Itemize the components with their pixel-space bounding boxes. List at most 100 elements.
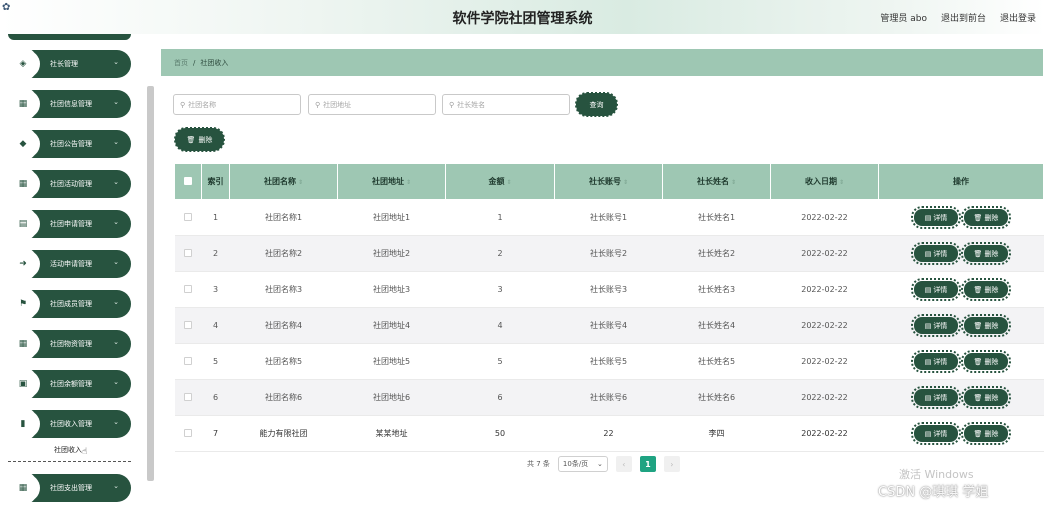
- column-header[interactable]: 社团地址 ⇕: [337, 163, 446, 200]
- row-select-cell[interactable]: [174, 343, 202, 380]
- row-select-cell[interactable]: [174, 415, 202, 452]
- sidebar-item[interactable]: ▮ 社团收入管理 ⌄: [8, 410, 131, 438]
- row-select-cell[interactable]: [174, 271, 202, 308]
- logout-link[interactable]: 退出登录: [1000, 11, 1036, 24]
- page-size-select[interactable]: 10条/页 ⌄: [557, 456, 608, 472]
- row-checkbox[interactable]: [184, 392, 192, 401]
- club-name-input[interactable]: [188, 100, 285, 109]
- detail-button-face[interactable]: ▤ 详情: [911, 350, 961, 373]
- delete-button-face[interactable]: 🗑 删除: [961, 422, 1011, 445]
- exit-to-front-link[interactable]: 退出到前台: [941, 11, 986, 24]
- trash-icon: 🗑: [973, 429, 983, 438]
- table-row[interactable]: 7 能力有限社团 某某地址 50 22 李四 2022-02-22 ▤ 详情 🗑 删除: [174, 415, 1044, 452]
- sidebar-item[interactable]: ▦ 社团支出管理 ⌄: [8, 474, 131, 502]
- detail-button-face[interactable]: ▤ 详情: [911, 422, 961, 445]
- detail-button-face[interactable]: ▤ 详情: [911, 242, 961, 265]
- row-checkbox[interactable]: [184, 248, 192, 257]
- sidebar-item-partial[interactable]: [8, 34, 131, 40]
- delete-button-face[interactable]: 🗑 删除: [961, 350, 1011, 373]
- row-select-cell[interactable]: [174, 199, 202, 236]
- row-checkbox[interactable]: [184, 284, 192, 293]
- sort-icon[interactable]: ⇕: [406, 179, 411, 186]
- batch-delete-button[interactable]: 🗑 删除: [174, 127, 225, 152]
- delete-label: 删除: [984, 285, 999, 294]
- delete-button[interactable]: 🗑 删除: [961, 206, 1011, 229]
- sort-icon[interactable]: ⇕: [731, 179, 736, 186]
- detail-button[interactable]: ▤ 详情: [911, 206, 961, 229]
- leader-name-search-field[interactable]: ⚲: [442, 94, 570, 115]
- table-row[interactable]: 6 社团名称6 社团地址6 6 社长账号6 社长姓名6 2022-02-22 ▤ 详情 🗑 删除: [174, 379, 1044, 416]
- select-all-checkbox[interactable]: [184, 176, 192, 185]
- prev-page-button[interactable]: ‹: [615, 456, 632, 472]
- club-address-search-field[interactable]: ⚲: [308, 94, 436, 115]
- sidebar-item[interactable]: ◈ 社长管理 ⌄: [8, 50, 131, 78]
- detail-button[interactable]: ▤ 详情: [911, 422, 961, 445]
- table-cell: 李四: [662, 415, 771, 452]
- row-select-cell[interactable]: [174, 379, 202, 416]
- delete-button-face[interactable]: 🗑 删除: [961, 206, 1011, 229]
- detail-button-face[interactable]: ▤ 详情: [911, 278, 961, 301]
- detail-button[interactable]: ▤ 详情: [911, 314, 961, 337]
- sidebar-item[interactable]: ▣ 社团余额管理 ⌄: [8, 370, 131, 398]
- page-1-button[interactable]: 1: [639, 456, 656, 472]
- row-checkbox[interactable]: [184, 320, 192, 329]
- sort-icon[interactable]: ⇕: [298, 179, 303, 186]
- column-header[interactable]: 社长姓名 ⇕: [662, 163, 771, 200]
- table-row[interactable]: 5 社团名称5 社团地址5 5 社长账号5 社长姓名5 2022-02-22 ▤ 详情 🗑 删除: [174, 343, 1044, 380]
- sidebar-item[interactable]: ⚑ 社团成员管理 ⌄: [8, 290, 131, 318]
- detail-button-face[interactable]: ▤ 详情: [911, 386, 961, 409]
- column-header[interactable]: 社团名称 ⇕: [229, 163, 338, 200]
- leader-name-input[interactable]: [457, 100, 554, 109]
- sidebar-scrollbar[interactable]: [147, 86, 154, 481]
- table-row[interactable]: 2 社团名称2 社团地址2 2 社长账号2 社长姓名2 2022-02-22 ▤ 详情 🗑 删除: [174, 235, 1044, 272]
- row-select-cell[interactable]: [174, 235, 202, 272]
- table-row[interactable]: 4 社团名称4 社团地址4 4 社长账号4 社长姓名4 2022-02-22 ▤ 详情 🗑 删除: [174, 307, 1044, 344]
- club-address-input[interactable]: [323, 100, 420, 109]
- row-select-cell[interactable]: [174, 307, 202, 344]
- table-cell: 5: [445, 343, 555, 380]
- detail-button-face[interactable]: ▤ 详情: [911, 314, 961, 337]
- delete-button-face[interactable]: 🗑 删除: [961, 242, 1011, 265]
- row-checkbox[interactable]: [184, 356, 192, 365]
- sidebar-item[interactable]: ▦ 社团物资管理 ⌄: [8, 330, 131, 358]
- delete-button[interactable]: 🗑 删除: [961, 386, 1011, 409]
- submenu-item-club-income[interactable]: 社团收入 ☝: [8, 438, 131, 462]
- breadcrumb-home[interactable]: 首页: [174, 58, 188, 68]
- table-cell: 2022-02-22: [770, 307, 879, 344]
- delete-button[interactable]: 🗑 删除: [961, 350, 1011, 373]
- table-row[interactable]: 1 社团名称1 社团地址1 1 社长账号1 社长姓名1 2022-02-22 ▤ 详情 🗑 删除: [174, 199, 1044, 236]
- windows-activation-watermark: 激活 Windows: [899, 468, 974, 481]
- chevron-down-icon: ⌄: [113, 98, 119, 106]
- sort-icon[interactable]: ⇕: [623, 179, 628, 186]
- delete-button[interactable]: 🗑 删除: [961, 314, 1011, 337]
- detail-button[interactable]: ▤ 详情: [911, 386, 961, 409]
- column-header[interactable]: 社长账号 ⇕: [554, 163, 663, 200]
- sort-icon[interactable]: ⇕: [506, 179, 511, 186]
- select-all-header[interactable]: [174, 163, 202, 200]
- column-header[interactable]: 金额 ⇕: [445, 163, 555, 200]
- sidebar-item[interactable]: ◆ 社团公告管理 ⌄: [8, 130, 131, 158]
- detail-button[interactable]: ▤ 详情: [911, 350, 961, 373]
- delete-button[interactable]: 🗑 删除: [961, 422, 1011, 445]
- query-button[interactable]: 查询: [575, 92, 618, 117]
- column-header[interactable]: 收入日期 ⇕: [770, 163, 879, 200]
- delete-button[interactable]: 🗑 删除: [961, 278, 1011, 301]
- detail-button[interactable]: ▤ 详情: [911, 278, 961, 301]
- row-checkbox[interactable]: [184, 428, 192, 437]
- table-row[interactable]: 3 社团名称3 社团地址3 3 社长账号3 社长姓名3 2022-02-22 ▤ 详情 🗑 删除: [174, 271, 1044, 308]
- delete-button[interactable]: 🗑 删除: [961, 242, 1011, 265]
- sort-icon[interactable]: ⇕: [839, 179, 844, 186]
- sidebar-item[interactable]: ▤ 社团申请管理 ⌄: [8, 210, 131, 238]
- row-checkbox[interactable]: [184, 212, 192, 221]
- detail-button[interactable]: ▤ 详情: [911, 242, 961, 265]
- sidebar-item[interactable]: ➜ 活动申请管理 ⌄: [8, 250, 131, 278]
- sidebar-item[interactable]: ▦ 社团活动管理 ⌄: [8, 170, 131, 198]
- delete-button-face[interactable]: 🗑 删除: [961, 314, 1011, 337]
- delete-button-face[interactable]: 🗑 删除: [961, 386, 1011, 409]
- table-cell: 社团地址3: [337, 271, 446, 308]
- delete-button-face[interactable]: 🗑 删除: [961, 278, 1011, 301]
- detail-button-face[interactable]: ▤ 详情: [911, 206, 961, 229]
- sidebar-item[interactable]: ▦ 社团信息管理 ⌄: [8, 90, 131, 118]
- next-page-button[interactable]: ›: [663, 456, 680, 472]
- club-name-search-field[interactable]: ⚲: [173, 94, 301, 115]
